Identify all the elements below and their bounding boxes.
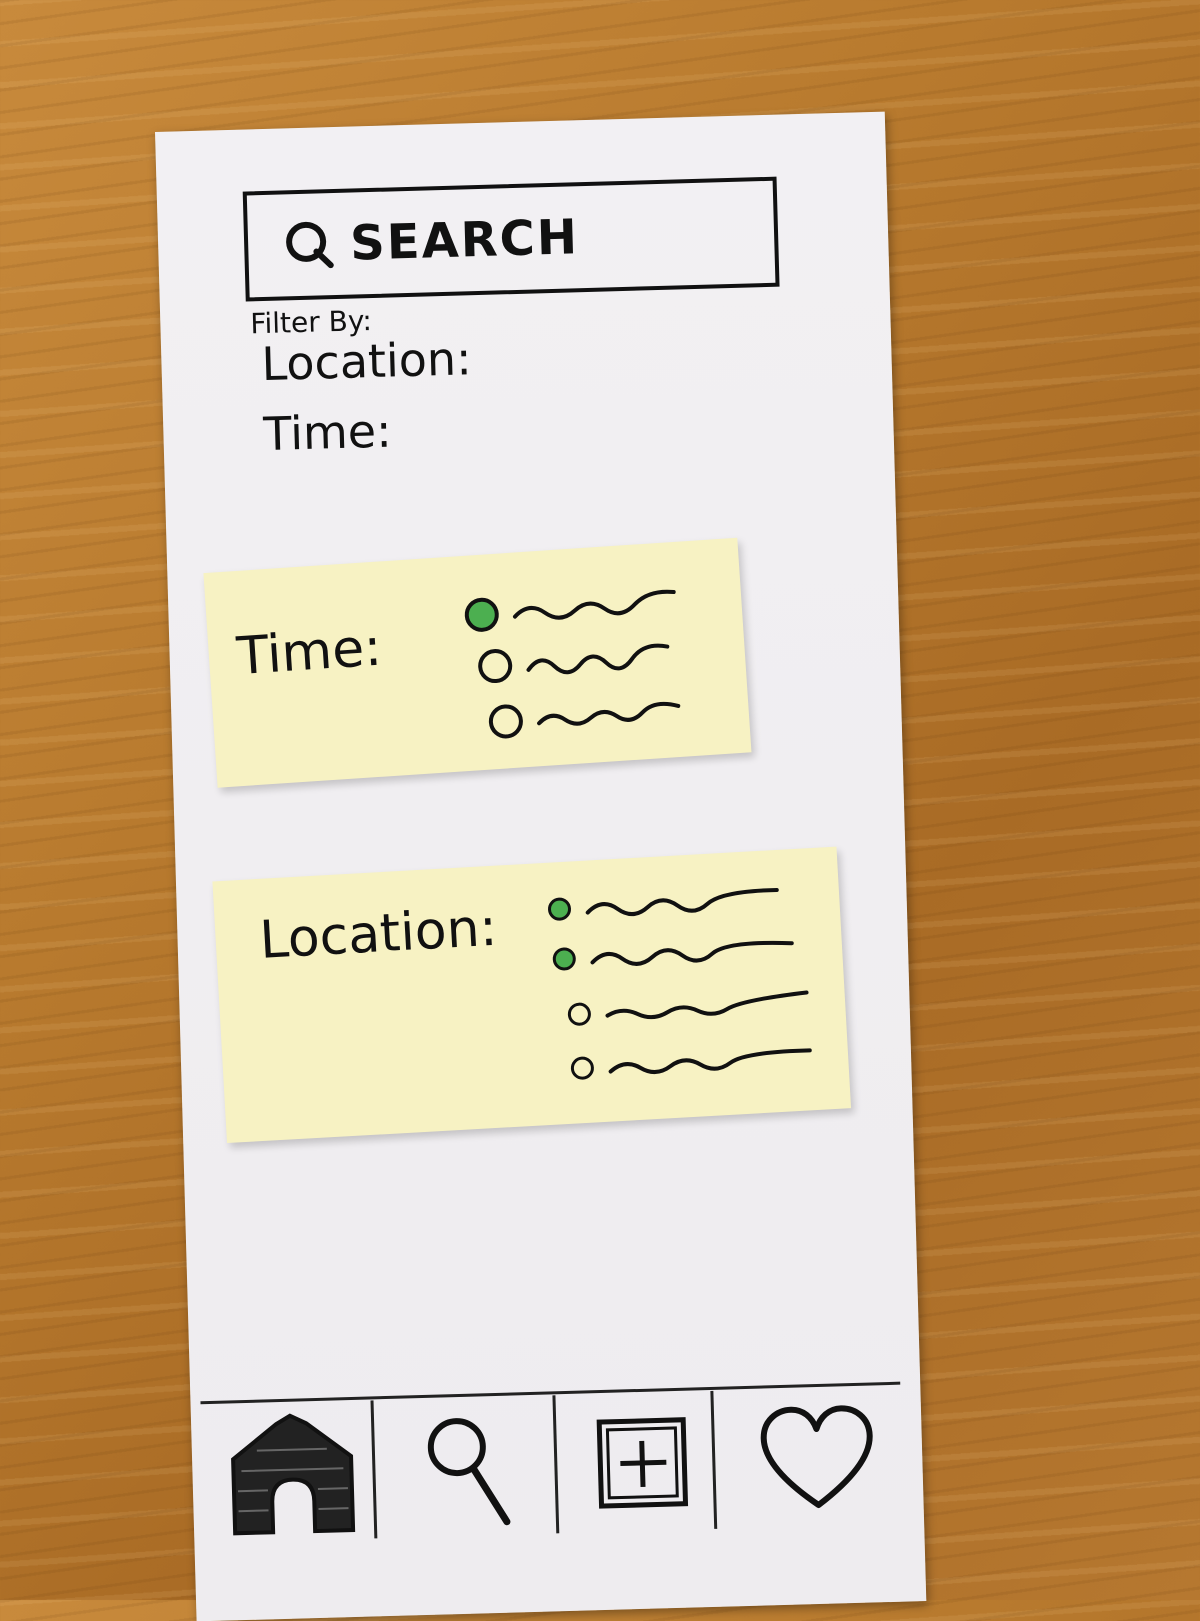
radio-unselected-icon <box>488 704 523 739</box>
option-placeholder-squiggle <box>537 701 681 726</box>
option-placeholder-squiggle <box>585 887 779 917</box>
time-filter-panel: Time: <box>203 537 752 788</box>
time-option[interactable] <box>460 582 680 636</box>
search-icon <box>281 217 336 272</box>
option-placeholder-squiggle <box>590 940 794 966</box>
location-filter-panel: Location: <box>212 846 852 1144</box>
phone-screen: SEARCH Filter By: Location: Time: Time: … <box>155 111 927 1621</box>
location-option[interactable] <box>566 1038 816 1086</box>
nav-home-button[interactable] <box>211 1410 374 1536</box>
option-placeholder-squiggle <box>526 643 670 675</box>
location-option[interactable] <box>548 929 798 977</box>
time-option[interactable] <box>485 690 685 743</box>
option-placeholder-squiggle <box>512 589 676 620</box>
search-bar[interactable]: SEARCH <box>242 176 780 302</box>
radio-selected-icon <box>464 597 499 632</box>
search-icon <box>427 1418 511 1526</box>
nav-favorites-button[interactable] <box>736 1396 899 1520</box>
nav-search-button[interactable] <box>387 1406 550 1530</box>
radio-unselected-icon <box>567 1002 591 1026</box>
radio-unselected-icon <box>570 1056 594 1080</box>
filter-location[interactable]: Location: <box>261 331 472 391</box>
location-panel-title: Location: <box>258 897 499 971</box>
search-placeholder: SEARCH <box>349 209 580 272</box>
time-panel-title: Time: <box>235 617 384 688</box>
radio-unselected-icon <box>478 649 513 684</box>
location-option[interactable] <box>563 984 813 1032</box>
option-placeholder-squiggle <box>605 990 809 1020</box>
radio-selected-icon <box>552 947 576 971</box>
radio-selected-icon <box>547 897 571 921</box>
heart-icon <box>760 1405 873 1509</box>
location-option[interactable] <box>544 880 784 927</box>
add-icon <box>596 1417 689 1509</box>
option-placeholder-squiggle <box>608 1048 812 1075</box>
home-icon <box>231 1413 356 1536</box>
time-option[interactable] <box>474 634 674 687</box>
filter-time[interactable]: Time: <box>263 404 393 462</box>
nav-separator <box>552 1395 560 1534</box>
nav-add-button[interactable] <box>561 1401 724 1525</box>
